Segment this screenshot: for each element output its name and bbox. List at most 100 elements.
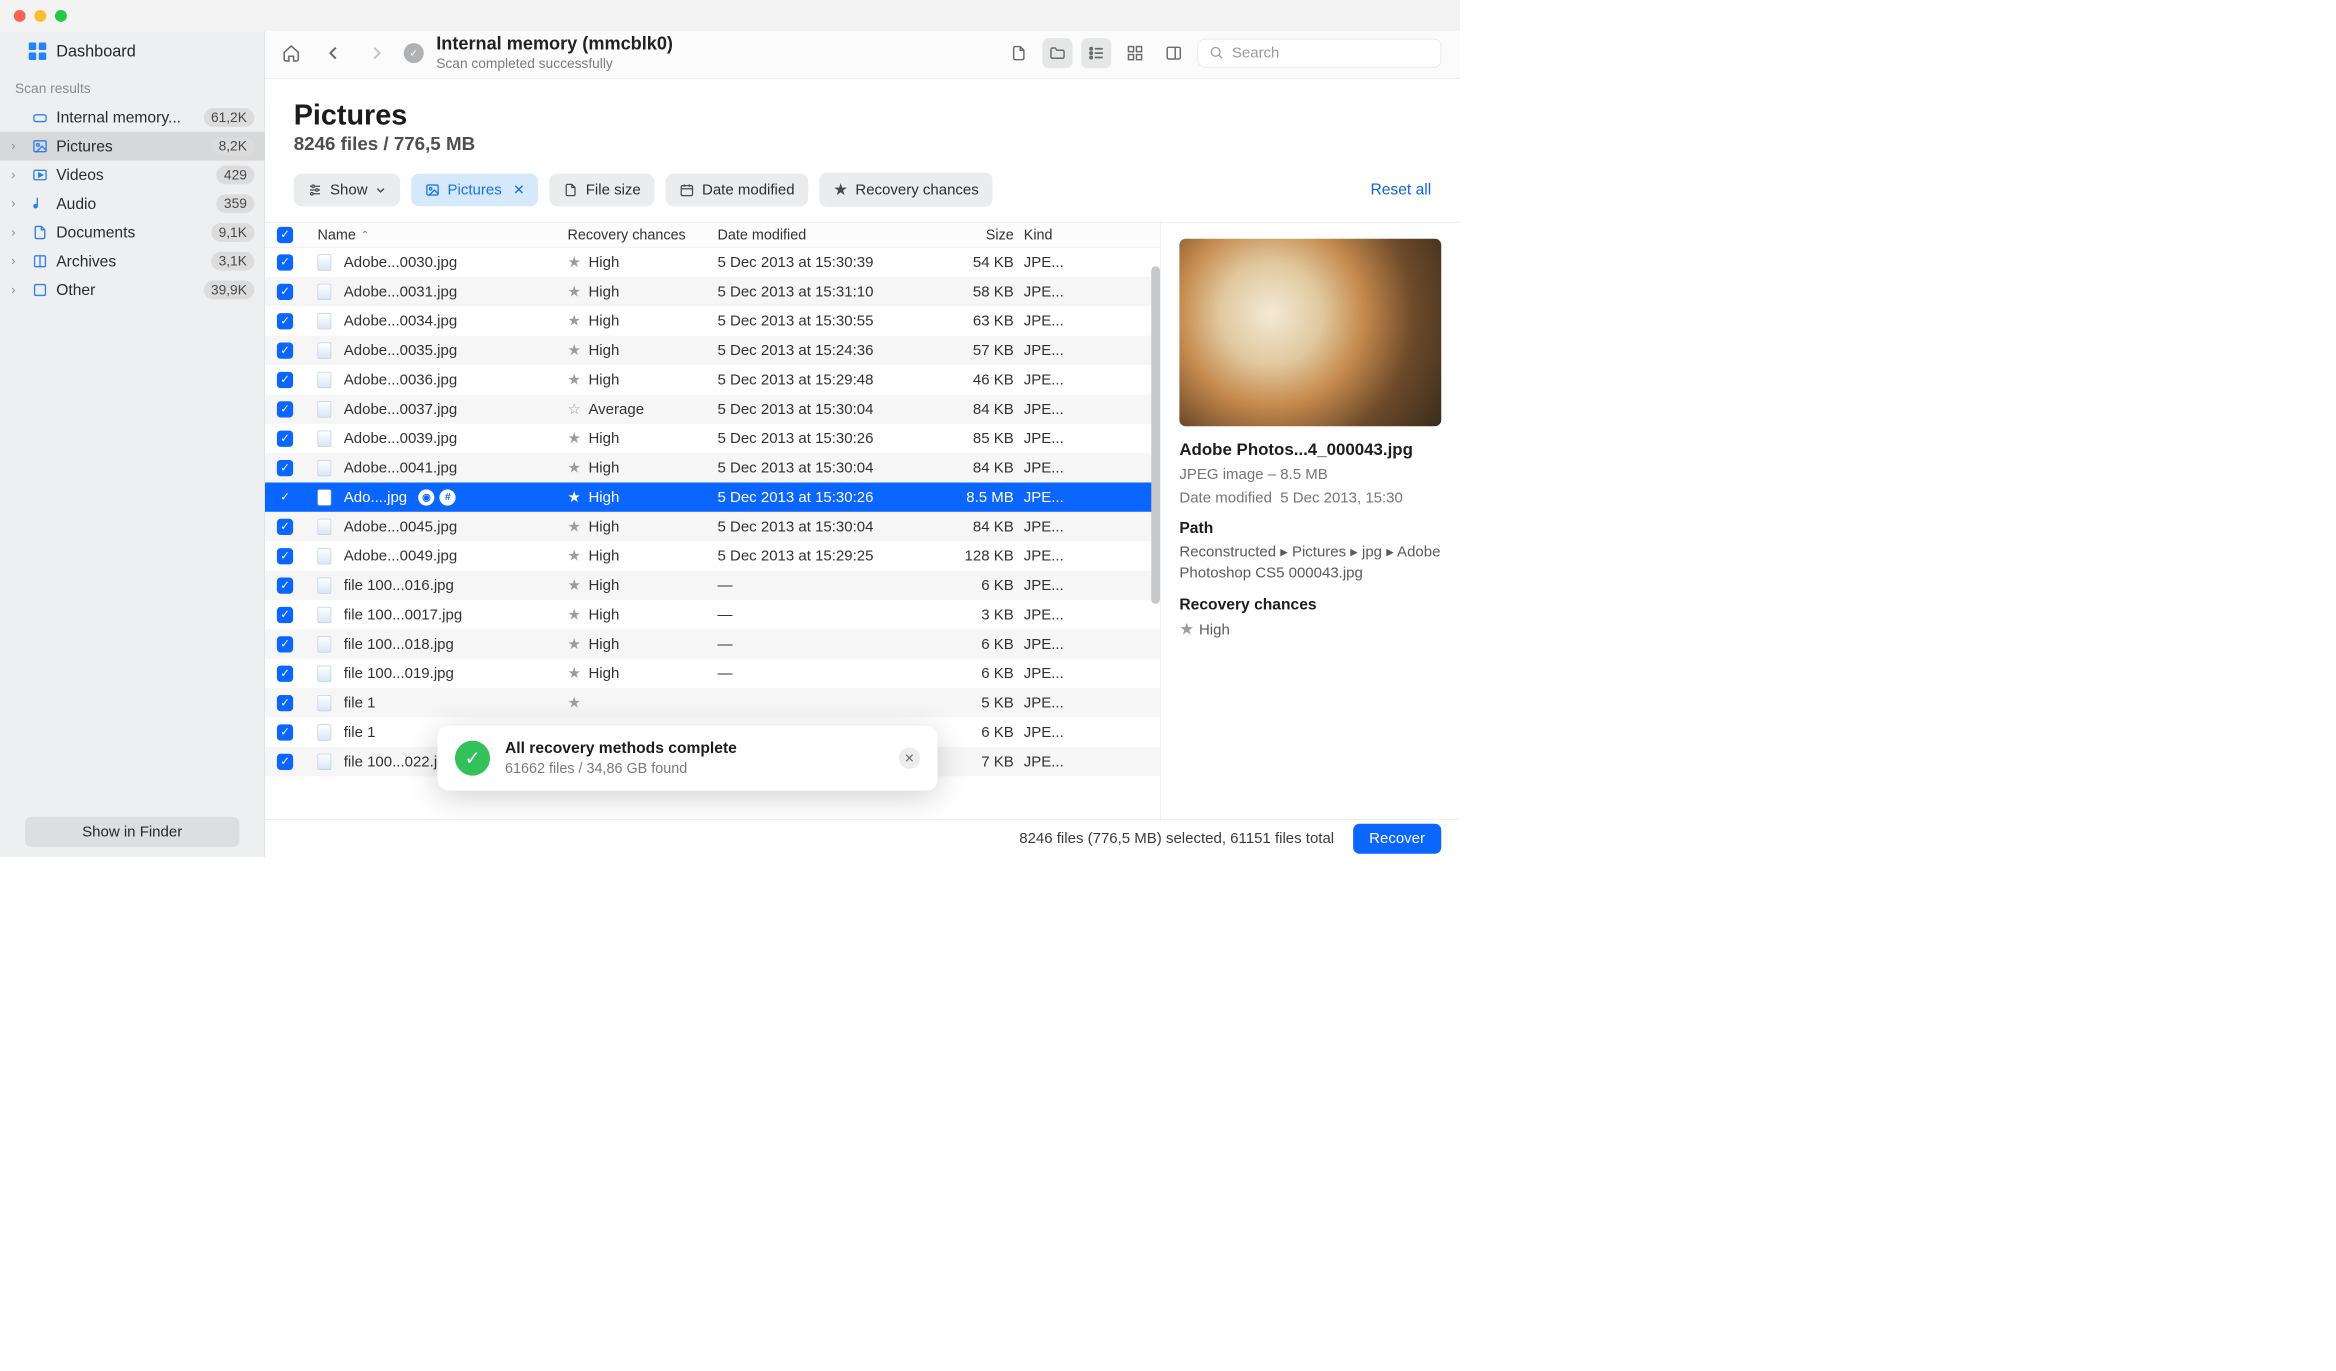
back-button[interactable] bbox=[319, 38, 349, 68]
sidebar-item-documents[interactable]: ›Documents9,1K bbox=[0, 218, 264, 247]
file-view-button[interactable] bbox=[1004, 38, 1034, 68]
column-kind[interactable]: Kind bbox=[1024, 226, 1087, 243]
file-thumb-icon bbox=[318, 724, 332, 740]
row-checkbox[interactable]: ✓ bbox=[277, 665, 293, 681]
column-name[interactable]: Name ⌃ bbox=[305, 226, 568, 243]
row-checkbox[interactable]: ✓ bbox=[277, 518, 293, 534]
table-row[interactable]: ✓Adobe...0039.jpg★High5 Dec 2013 at 15:3… bbox=[265, 424, 1160, 453]
row-checkbox[interactable]: ✓ bbox=[277, 313, 293, 329]
filesize-filter[interactable]: File size bbox=[549, 173, 654, 206]
bottom-bar: 8246 files (776,5 MB) selected, 61151 fi… bbox=[265, 819, 1460, 857]
table-row[interactable]: ✓Ado....jpg◉#★High5 Dec 2013 at 15:30:26… bbox=[265, 483, 1160, 512]
sliders-icon bbox=[308, 182, 323, 197]
search-input[interactable]: Search bbox=[1198, 38, 1442, 67]
table-row[interactable]: ✓Adobe...0045.jpg★High5 Dec 2013 at 15:3… bbox=[265, 512, 1160, 541]
list-view-button[interactable] bbox=[1081, 38, 1111, 68]
row-checkbox[interactable]: ✓ bbox=[277, 342, 293, 358]
grid-view-button[interactable] bbox=[1120, 38, 1150, 68]
sidebar-item-archives[interactable]: ›Archives3,1K bbox=[0, 247, 264, 276]
detail-filetype: JPEG image – 8.5 MB bbox=[1179, 466, 1441, 484]
star-icon: ☆ bbox=[568, 400, 581, 418]
date-filter[interactable]: Date modified bbox=[666, 173, 809, 206]
sidebar-item-videos[interactable]: ›Videos429 bbox=[0, 161, 264, 190]
file-thumb-icon bbox=[318, 753, 332, 769]
star-icon: ★ bbox=[568, 606, 581, 624]
minimize-window-button[interactable] bbox=[34, 10, 46, 22]
table-row[interactable]: ✓file 100...018.jpg★High—6 KBJPE... bbox=[265, 629, 1160, 658]
star-icon: ★ bbox=[568, 283, 581, 301]
row-checkbox[interactable]: ✓ bbox=[277, 695, 293, 711]
column-size[interactable]: Size bbox=[930, 226, 1024, 243]
panel-toggle-button[interactable] bbox=[1159, 38, 1189, 68]
table-row[interactable]: ✓Adobe...0041.jpg★High5 Dec 2013 at 15:3… bbox=[265, 453, 1160, 482]
table-row[interactable]: ✓Adobe...0036.jpg★High5 Dec 2013 at 15:2… bbox=[265, 365, 1160, 394]
home-button[interactable] bbox=[276, 38, 306, 68]
column-recovery[interactable]: Recovery chances bbox=[568, 226, 718, 243]
row-checkbox[interactable]: ✓ bbox=[277, 724, 293, 740]
row-checkbox[interactable]: ✓ bbox=[277, 636, 293, 652]
table-row[interactable]: ✓Adobe...0049.jpg★High5 Dec 2013 at 15:2… bbox=[265, 541, 1160, 570]
chevron-right-icon: › bbox=[11, 139, 24, 153]
table-row[interactable]: ✓Adobe...0031.jpg★High5 Dec 2013 at 15:3… bbox=[265, 277, 1160, 306]
recovery-filter[interactable]: ★ Recovery chances bbox=[820, 173, 993, 207]
sidebar-item-pictures[interactable]: ›Pictures8,2K bbox=[0, 132, 264, 161]
star-icon: ★ bbox=[833, 180, 848, 199]
table-row[interactable]: ✓Adobe...0030.jpg★High5 Dec 2013 at 15:3… bbox=[265, 248, 1160, 277]
table-row[interactable]: ✓Adobe...0034.jpg★High5 Dec 2013 at 15:3… bbox=[265, 306, 1160, 335]
scrollbar-thumb[interactable] bbox=[1151, 266, 1160, 604]
table-row[interactable]: ✓file 100...016.jpg★High—6 KBJPE... bbox=[265, 571, 1160, 600]
chevron-right-icon: › bbox=[11, 168, 24, 182]
pictures-filter-chip[interactable]: Pictures ✕ bbox=[411, 173, 538, 206]
category-icon bbox=[31, 167, 49, 183]
close-window-button[interactable] bbox=[14, 10, 26, 22]
table-row[interactable]: ✓Adobe...0037.jpg☆Average5 Dec 2013 at 1… bbox=[265, 394, 1160, 423]
table-row[interactable]: ✓file 100...0017.jpg★High—3 KBJPE... bbox=[265, 600, 1160, 629]
row-checkbox[interactable]: ✓ bbox=[277, 753, 293, 769]
row-checkbox[interactable]: ✓ bbox=[277, 430, 293, 446]
row-checkbox[interactable]: ✓ bbox=[277, 372, 293, 388]
row-checkbox[interactable]: ✓ bbox=[277, 489, 293, 505]
page-title: Pictures bbox=[294, 98, 1432, 132]
column-date[interactable]: Date modified bbox=[718, 226, 931, 243]
row-checkbox[interactable]: ✓ bbox=[277, 577, 293, 593]
table-row[interactable]: ✓file 100...019.jpg★High—6 KBJPE... bbox=[265, 659, 1160, 688]
preview-thumbnail bbox=[1179, 239, 1441, 427]
row-checkbox[interactable]: ✓ bbox=[277, 460, 293, 476]
star-icon: ★ bbox=[568, 253, 581, 271]
forward-button[interactable] bbox=[361, 38, 391, 68]
row-checkbox[interactable]: ✓ bbox=[277, 548, 293, 564]
toast-title: All recovery methods complete bbox=[505, 739, 737, 757]
sidebar-item-other[interactable]: ›Other39,9K bbox=[0, 276, 264, 305]
preview-icon[interactable]: ◉ bbox=[418, 489, 434, 505]
sidebar-item-internal-memory[interactable]: Internal memory... 61,2K bbox=[0, 103, 264, 132]
table-row[interactable]: ✓Adobe...0035.jpg★High5 Dec 2013 at 15:2… bbox=[265, 336, 1160, 365]
window-titlebar bbox=[0, 0, 1460, 31]
row-checkbox[interactable]: ✓ bbox=[277, 607, 293, 623]
sidebar-item-audio[interactable]: ›Audio359 bbox=[0, 189, 264, 218]
row-checkbox[interactable]: ✓ bbox=[277, 254, 293, 270]
dashboard-nav[interactable]: Dashboard bbox=[0, 31, 264, 77]
clear-filter-icon[interactable]: ✕ bbox=[513, 182, 525, 198]
recover-button[interactable]: Recover bbox=[1353, 823, 1441, 853]
row-checkbox[interactable]: ✓ bbox=[277, 401, 293, 417]
detail-recovery-label: Recovery chances bbox=[1179, 596, 1441, 614]
scan-status-icon: ✓ bbox=[404, 43, 424, 63]
toast-close-button[interactable]: ✕ bbox=[899, 748, 920, 769]
star-icon: ★ bbox=[568, 547, 581, 565]
detail-path-value: Reconstructed ▸ Pictures ▸ jpg ▸ Adobe P… bbox=[1179, 541, 1441, 583]
show-filter[interactable]: Show bbox=[294, 173, 400, 206]
table-row[interactable]: ✓file 1★5 KBJPE... bbox=[265, 688, 1160, 717]
completion-toast: ✓ All recovery methods complete 61662 fi… bbox=[438, 726, 938, 791]
folder-view-button[interactable] bbox=[1043, 38, 1073, 68]
reset-all-button[interactable]: Reset all bbox=[1370, 181, 1431, 199]
file-thumb-icon bbox=[318, 636, 332, 652]
row-checkbox[interactable]: ✓ bbox=[277, 283, 293, 299]
show-in-finder-button[interactable]: Show in Finder bbox=[25, 817, 239, 847]
hex-icon[interactable]: # bbox=[440, 489, 456, 505]
maximize-window-button[interactable] bbox=[55, 10, 67, 22]
select-all-checkbox[interactable]: ✓ bbox=[277, 227, 293, 243]
star-icon: ★ bbox=[568, 429, 581, 447]
sidebar: Dashboard Scan results Internal memory..… bbox=[0, 31, 265, 857]
chevron-right-icon: › bbox=[11, 225, 24, 239]
file-thumb-icon bbox=[318, 254, 332, 270]
